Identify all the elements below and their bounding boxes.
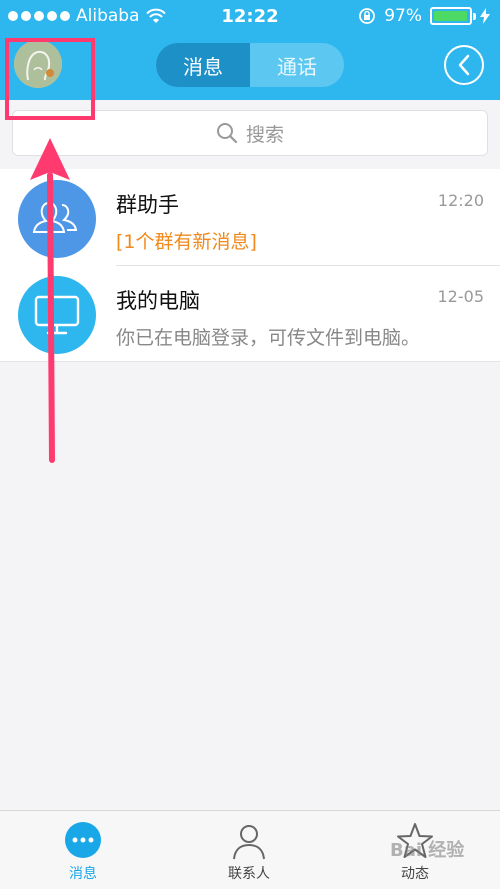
battery-icon [430,7,476,25]
my-computer-avatar [18,276,96,354]
divider [0,361,500,362]
group-icon [32,201,78,233]
conversation-list: 群助手 12:20 [1个群有新消息] 我的电脑 12-05 你已在电脑登录，可… [0,169,500,362]
chat-bubble-icon [63,821,103,861]
conversation-preview: [1个群有新消息] [116,231,257,253]
tab-label: 动态 [401,866,429,882]
conversation-time: 12:20 [437,191,484,210]
list-item[interactable]: 我的电脑 12-05 你已在电脑登录，可传文件到电脑。 [0,265,500,361]
conversation-time: 12-05 [437,287,485,306]
search-placeholder: 搜索 [245,123,284,146]
conversation-name: 群助手 [116,193,179,217]
watermark: Bai 经验 [390,840,465,861]
tab-messages[interactable]: 消息 [156,43,250,87]
segmented-control: 消息 通话 [156,43,344,87]
conversation-preview: 你已在电脑登录，可传文件到电脑。 [116,327,421,349]
chevron-left-icon [458,54,470,76]
rotation-lock-icon [359,8,376,24]
tab-contacts[interactable]: 联系人 [166,811,332,889]
back-button[interactable] [444,45,484,85]
contacts-icon [229,821,269,861]
search-icon [216,123,238,144]
tab-messages-bottom[interactable]: 消息 [0,811,166,889]
battery-percent: 97% [384,6,422,26]
status-right: 97% [358,6,490,26]
highlight-box [5,38,95,120]
tab-label: 消息 [69,866,97,882]
status-bar: Alibaba 12:22 97% [0,0,500,32]
charging-icon [480,8,490,24]
tab-label: 联系人 [228,866,270,882]
conversation-name: 我的电脑 [116,289,200,313]
group-assistant-avatar [18,180,96,258]
list-item[interactable]: 群助手 12:20 [1个群有新消息] [0,169,500,266]
monitor-icon [34,295,80,335]
tab-calls[interactable]: 通话 [250,43,344,87]
